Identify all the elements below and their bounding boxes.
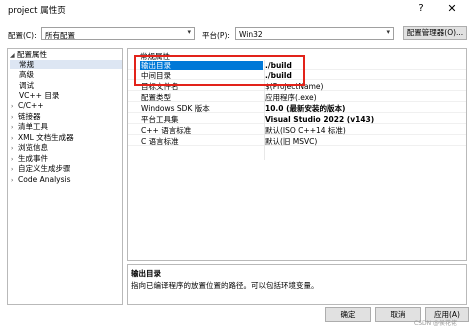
property-row-configuration-type[interactable]: 配置类型 应用程序(.exe): [128, 93, 466, 102]
property-value[interactable]: 10.0 (最新安装的版本): [265, 104, 345, 113]
config-manager-button[interactable]: 配置管理器(O)...: [403, 26, 467, 40]
property-row-platform-toolset[interactable]: 平台工具集 Visual Studio 2022 (v143): [128, 115, 466, 124]
tree-item-general[interactable]: 常规: [10, 60, 122, 69]
window-title: project 属性页: [8, 6, 66, 16]
chevron-right-icon[interactable]: ›: [11, 144, 18, 153]
tree-item-label: 浏览信息: [18, 143, 48, 152]
property-value[interactable]: 默认(ISO C++14 标准): [265, 126, 346, 135]
property-name: 平台工具集: [141, 115, 179, 124]
tree-item-custom-build-step[interactable]: › 自定义生成步骤: [11, 164, 71, 173]
tree-item-label: VC++ 目录: [19, 91, 60, 100]
chevron-right-icon[interactable]: ›: [11, 134, 18, 143]
description-text: 指向已编译程序的放置位置的路径。可以包括环境变量。: [131, 281, 319, 290]
property-value[interactable]: Visual Studio 2022 (v143): [265, 115, 374, 124]
tree-item-manifest-tool[interactable]: › 清单工具: [11, 122, 48, 131]
property-row-c-standard[interactable]: C 语言标准 默认(旧 MSVC): [128, 137, 466, 146]
platform-dropdown[interactable]: Win32 ▾: [235, 27, 394, 40]
config-dropdown-value: 所有配置: [45, 30, 75, 40]
description-title: 输出目录: [131, 269, 161, 278]
chevron-right-icon[interactable]: ›: [11, 102, 18, 111]
platform-label: 平台(P):: [202, 31, 230, 40]
tree-item-build-events[interactable]: › 生成事件: [11, 154, 48, 163]
chevron-right-icon[interactable]: ›: [11, 176, 18, 185]
property-row-windows-sdk[interactable]: Windows SDK 版本 10.0 (最新安装的版本): [128, 104, 466, 113]
tree-item-label: 调试: [19, 81, 34, 90]
tree-item-vc-directories[interactable]: VC++ 目录: [19, 91, 59, 100]
tree-item-code-analysis[interactable]: › Code Analysis: [11, 175, 71, 184]
ok-button[interactable]: 确定: [325, 307, 371, 322]
tree-item-label: XML 文档生成器: [18, 133, 74, 142]
tree-item-label: Code Analysis: [18, 175, 71, 184]
chevron-right-icon[interactable]: ›: [11, 155, 18, 164]
tree-item-xml-doc-generator[interactable]: › XML 文档生成器: [11, 133, 74, 142]
tree-item-label: 生成事件: [18, 154, 48, 163]
expand-icon[interactable]: ◢: [10, 51, 17, 60]
tree-item-label: 链接器: [18, 112, 41, 121]
property-name: C 语言标准: [141, 137, 179, 146]
property-value[interactable]: 应用程序(.exe): [265, 93, 317, 102]
tree-item-advanced[interactable]: 高级: [19, 70, 34, 79]
tree-item-debugging[interactable]: 调试: [19, 81, 34, 90]
tree-item-cpp[interactable]: › C/C++: [11, 101, 44, 110]
watermark: CSDN @侯花佬: [414, 320, 458, 327]
property-row-cpp-standard[interactable]: C++ 语言标准 默认(ISO C++14 标准): [128, 126, 466, 135]
chevron-right-icon[interactable]: ›: [11, 123, 18, 132]
tree-item-label: 常规: [19, 60, 34, 69]
tree-item-config-properties[interactable]: ◢ 配置属性: [10, 50, 47, 59]
config-dropdown[interactable]: 所有配置 ▾: [41, 27, 195, 40]
title-bar: project 属性页 ? ✕: [0, 0, 474, 20]
platform-dropdown-value: Win32: [239, 29, 263, 39]
tree-item-label: 自定义生成步骤: [18, 164, 71, 173]
highlight-box: [134, 55, 305, 86]
close-icon[interactable]: ✕: [442, 2, 462, 18]
description-panel: 输出目录 指向已编译程序的放置位置的路径。可以包括环境变量。: [127, 264, 467, 305]
tree-item-label: C/C++: [18, 101, 44, 110]
chevron-down-icon: ▾: [187, 28, 191, 36]
property-value[interactable]: 默认(旧 MSVC): [265, 137, 317, 146]
tree-item-label: 高级: [19, 70, 34, 79]
tree-item-label: 清单工具: [18, 122, 48, 131]
property-name: C++ 语言标准: [141, 126, 192, 135]
chevron-down-icon: ▾: [386, 28, 390, 36]
property-name: 配置类型: [141, 93, 171, 102]
help-icon[interactable]: ?: [414, 3, 428, 17]
tree-item-linker[interactable]: › 链接器: [11, 112, 41, 121]
tree-item-browse-info[interactable]: › 浏览信息: [11, 143, 48, 152]
tree-item-label: 配置属性: [17, 50, 47, 59]
property-name: Windows SDK 版本: [141, 104, 210, 113]
property-tree[interactable]: ◢ 配置属性 常规 高级 调试 VC++ 目录 › C/C++ › 链接器 › 清单工具…: [7, 48, 123, 305]
config-label: 配置(C):: [8, 31, 37, 40]
chevron-right-icon[interactable]: ›: [11, 113, 18, 122]
chevron-right-icon[interactable]: ›: [11, 165, 18, 174]
